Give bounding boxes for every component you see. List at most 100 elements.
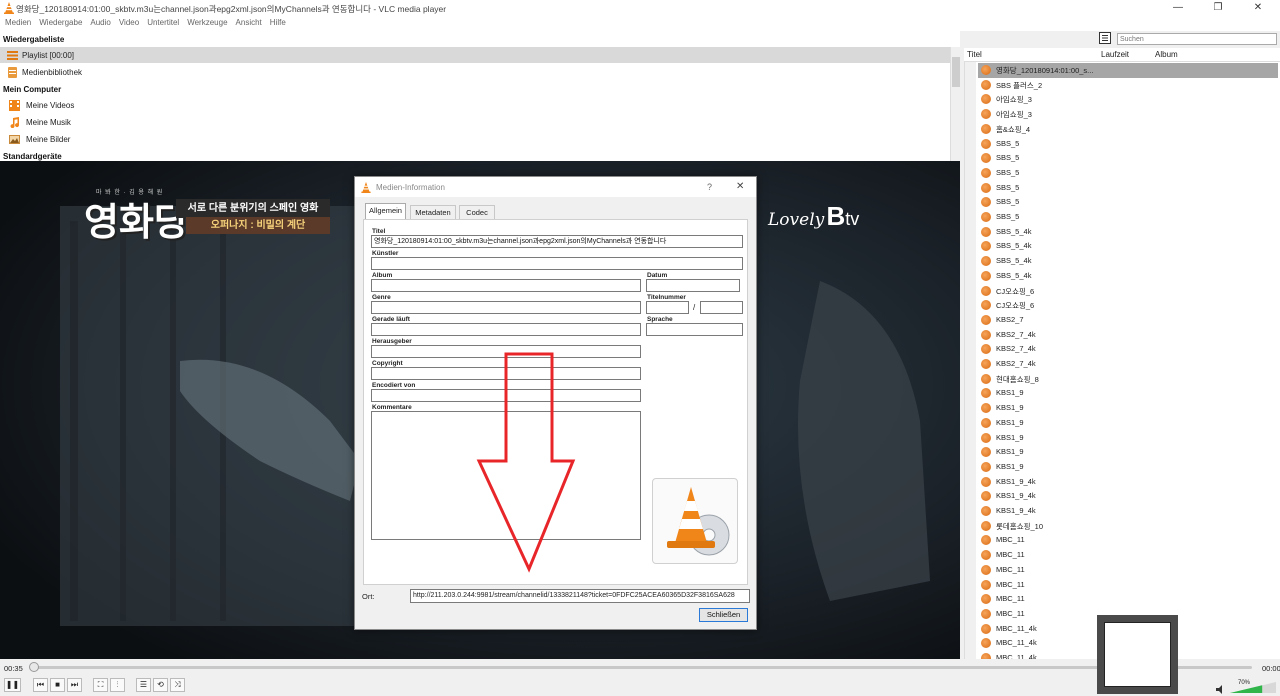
playlist-item[interactable]: SBS_5_4k xyxy=(978,225,1278,240)
playlist-item[interactable]: MBC_11 xyxy=(978,592,1278,607)
now-playing-field[interactable] xyxy=(371,323,641,336)
date-field[interactable] xyxy=(646,279,740,292)
media-file-icon xyxy=(981,579,991,590)
playlist-item[interactable]: SBS_5_4k xyxy=(978,269,1278,284)
menu-werkzeuge[interactable]: Werkzeuge xyxy=(184,16,230,30)
playlist-item[interactable]: KBS2_7_4k xyxy=(978,328,1278,343)
menu-video[interactable]: Video xyxy=(116,16,142,30)
stop-button[interactable]: ■ xyxy=(50,678,65,692)
playlist-item[interactable]: SBS_5 xyxy=(978,181,1278,196)
tab-codec[interactable]: Codec xyxy=(459,205,495,220)
next-button[interactable]: ⏭ xyxy=(67,678,82,692)
shuffle-button[interactable]: ⤨ xyxy=(170,678,185,692)
playlist-item[interactable]: MBC_11 xyxy=(978,533,1278,548)
track-number-field[interactable] xyxy=(646,301,689,314)
close-button[interactable]: Schließen xyxy=(699,608,748,622)
column-header-duration[interactable]: Laufzeit xyxy=(1101,50,1129,59)
sidebar-heading-playlist: Wiedergabeliste xyxy=(3,35,65,44)
playlist-item[interactable]: MBC_11 xyxy=(978,563,1278,578)
playlist-item[interactable]: KBS1_9_4k xyxy=(978,504,1278,519)
tab-metadaten[interactable]: Metadaten xyxy=(410,205,456,220)
seek-handle[interactable] xyxy=(29,662,40,672)
playlist-item-title: KBS1_9_4k xyxy=(996,491,1036,501)
artist-field[interactable] xyxy=(371,257,743,270)
sidebar-scrollbar-thumb[interactable] xyxy=(952,57,960,87)
menu-ansicht[interactable]: Ansicht xyxy=(233,16,265,30)
playlist-item[interactable]: KBS1_9_4k xyxy=(978,489,1278,504)
title-field[interactable]: 영화당_120180914:01:00_skbtv.m3u는channel.js… xyxy=(371,235,743,248)
sidebar-item-library[interactable]: Medienbibliothek xyxy=(0,64,950,80)
restore-button[interactable]: ❐ xyxy=(1198,0,1238,16)
dialog-close-icon[interactable]: ✕ xyxy=(736,181,744,192)
playlist-item[interactable]: SBS_5_4k xyxy=(978,239,1278,254)
menu-medien[interactable]: Medien xyxy=(2,16,34,30)
menu-wiedergabe[interactable]: Wiedergabe xyxy=(36,16,85,30)
tab-allgemein[interactable]: Allgemein xyxy=(365,203,406,220)
column-header-title[interactable]: Titel xyxy=(967,50,982,59)
playlist-item[interactable]: KBS1_9 xyxy=(978,386,1278,401)
playlist-item[interactable]: 아임쇼핑_3 xyxy=(978,92,1278,107)
playlist-item[interactable]: SBS_5 xyxy=(978,137,1278,152)
media-file-icon xyxy=(981,432,991,443)
playlist-item[interactable]: 현대홈쇼핑_8 xyxy=(978,372,1278,387)
menu-audio[interactable]: Audio xyxy=(87,16,113,30)
menu-hilfe[interactable]: Hilfe xyxy=(267,16,289,30)
playlist-item[interactable]: CJ오쇼핑_6 xyxy=(978,284,1278,299)
playlist-item[interactable]: SBS 플러스_2 xyxy=(978,78,1278,93)
overlay-subtitle: 서로 다른 분위기의 스페인 영화 xyxy=(176,199,330,218)
overlay-movie-title: 오퍼나지 : 비밀의 계단 xyxy=(186,217,330,234)
playlist-list[interactable]: 영화당_120180914:01:00_s... SBS 플러스_2 아임쇼핑_3 아… xyxy=(964,62,1280,659)
playlist-item[interactable]: KBS2_7 xyxy=(978,313,1278,328)
close-window-button[interactable]: ✕ xyxy=(1238,0,1278,16)
playlist-item[interactable]: KBS1_9 xyxy=(978,460,1278,475)
playlist-item[interactable]: 롯데홈쇼핑_10 xyxy=(978,519,1278,534)
playlist-item[interactable]: 영화당_120180914:01:00_s... xyxy=(978,63,1278,78)
playlist-search-input[interactable]: Suchen xyxy=(1117,33,1277,45)
previous-button[interactable]: ⏮ xyxy=(33,678,48,692)
playlist-toggle-button[interactable]: ☰ xyxy=(136,678,151,692)
playlist-item[interactable]: KBS1_9 xyxy=(978,431,1278,446)
sidebar-item-music[interactable]: Meine Musik xyxy=(0,114,950,130)
track-total-field[interactable] xyxy=(700,301,743,314)
playlist-item[interactable]: MBC_11 xyxy=(978,578,1278,593)
playlist-scrollbar[interactable] xyxy=(964,62,976,659)
volume-slider[interactable] xyxy=(1228,680,1278,694)
playlist-item[interactable]: SBS_5 xyxy=(978,195,1278,210)
speaker-icon[interactable] xyxy=(1216,685,1225,694)
playlist-item[interactable]: MBC_11 xyxy=(978,548,1278,563)
playlist-item[interactable]: KBS2_7_4k xyxy=(978,342,1278,357)
loop-button[interactable]: ⟲ xyxy=(153,678,168,692)
minimize-button[interactable]: — xyxy=(1158,0,1198,16)
genre-field[interactable] xyxy=(371,301,641,314)
column-header-album[interactable]: Album xyxy=(1155,50,1178,59)
media-file-icon xyxy=(981,329,991,340)
sidebar-item-playlist[interactable]: Playlist [00:00] xyxy=(0,47,950,63)
playlist-item[interactable]: KBS2_7_4k xyxy=(978,357,1278,372)
sidebar-item-pictures[interactable]: Meine Bilder xyxy=(0,131,950,147)
dialog-help-button[interactable]: ? xyxy=(707,182,712,192)
album-field[interactable] xyxy=(371,279,641,292)
sidebar-item-videos[interactable]: Meine Videos xyxy=(0,97,950,113)
playlist-item[interactable]: KBS1_9_4k xyxy=(978,475,1278,490)
playlist-item[interactable]: 홈&쇼핑_4 xyxy=(978,122,1278,137)
sidebar-scrollbar[interactable] xyxy=(950,47,960,161)
playlist-item[interactable]: SBS_5 xyxy=(978,151,1278,166)
seek-track[interactable] xyxy=(32,666,1252,669)
playlist-item[interactable]: CJ오쇼핑_6 xyxy=(978,298,1278,313)
menu-untertitel[interactable]: Untertitel xyxy=(144,16,182,30)
playlist-item[interactable]: 아임쇼핑_3 xyxy=(978,107,1278,122)
playlist-item[interactable]: KBS1_9 xyxy=(978,401,1278,416)
playlist-item[interactable]: KBS1_9 xyxy=(978,416,1278,431)
playlist-item[interactable]: SBS_5 xyxy=(978,166,1278,181)
language-field[interactable] xyxy=(646,323,743,336)
playlist-item[interactable]: SBS_5_4k xyxy=(978,254,1278,269)
playlist-item[interactable]: SBS_5 xyxy=(978,210,1278,225)
playlist-item[interactable]: KBS1_9 xyxy=(978,445,1278,460)
elapsed-time: 00:35 xyxy=(4,664,23,673)
floating-preview-window[interactable] xyxy=(1097,615,1178,694)
pause-button[interactable]: ❚❚ xyxy=(4,678,21,692)
fullscreen-button[interactable]: ⛶ xyxy=(93,678,108,692)
location-field[interactable]: http://211.203.0.244:9981/stream/channel… xyxy=(410,589,750,603)
playlist-view-toggle-icon[interactable] xyxy=(1099,32,1111,44)
extended-settings-button[interactable]: ⫶ xyxy=(110,678,125,692)
